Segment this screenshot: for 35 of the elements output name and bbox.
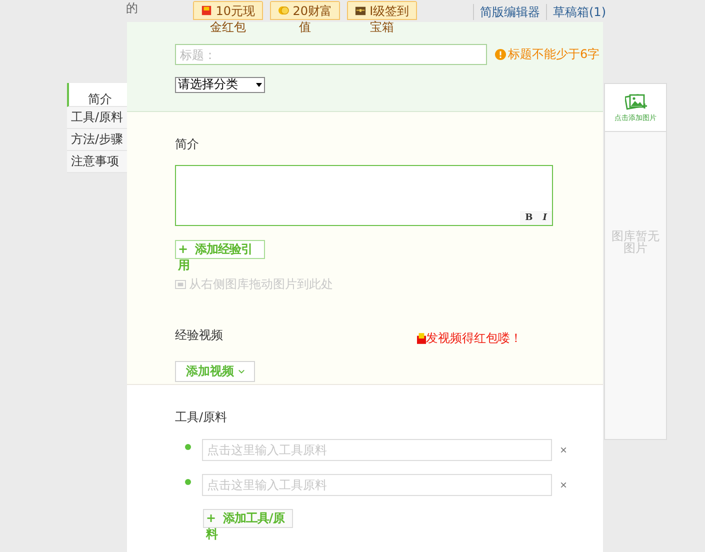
bullet-dot (185, 479, 191, 485)
section-label: 工具/原料 (175, 409, 228, 426)
reward-badge[interactable]: 10元现金红包 (193, 1, 263, 35)
image-add-icon (624, 92, 646, 110)
tool-field[interactable]: 点击这里输入工具原料 (202, 474, 552, 496)
nav-item[interactable]: 工具/原料 (67, 107, 127, 129)
reward-badge[interactable]: I级签到宝箱 (347, 1, 417, 35)
header-link[interactable]: 草稿箱(1) (546, 4, 612, 20)
format-button[interactable]: I (538, 211, 552, 225)
warning-icon (495, 49, 506, 60)
warning-text: 标题不能少于6字 (508, 46, 600, 63)
nav-item[interactable]: 注意事项 (67, 151, 127, 173)
reward-badge[interactable]: 20财富值 (270, 1, 340, 35)
format-button[interactable]: B (520, 211, 538, 225)
envelope-icon (200, 5, 212, 16)
envelope-icon (417, 333, 426, 344)
treasure-chest-icon (354, 5, 366, 16)
tool-field[interactable]: 点击这里输入工具原料 (202, 439, 552, 461)
header-link[interactable]: 简版编辑器 (473, 4, 546, 20)
remove-button[interactable]: × (557, 478, 570, 492)
remove-button[interactable]: × (557, 443, 570, 457)
partial-text: 的 (126, 0, 139, 17)
image-icon (175, 280, 186, 289)
category-select[interactable]: 请选择分类 (175, 77, 265, 93)
nav-item[interactable]: 方法/步骤 (67, 129, 127, 151)
intro-editor[interactable]: B I (175, 165, 553, 226)
title-field[interactable]: 标题： (175, 44, 487, 65)
section-label: 经验视频 (175, 327, 223, 344)
nav-item[interactable]: 简介 (67, 83, 127, 107)
promo-text: 发视频得红包喽！ (426, 330, 522, 347)
section-label: 简介 (175, 136, 200, 153)
dropdown-arrow-icon (256, 83, 262, 87)
bullet-dot (185, 444, 191, 450)
coin-icon (278, 5, 289, 16)
chevron-down-icon (238, 369, 245, 374)
